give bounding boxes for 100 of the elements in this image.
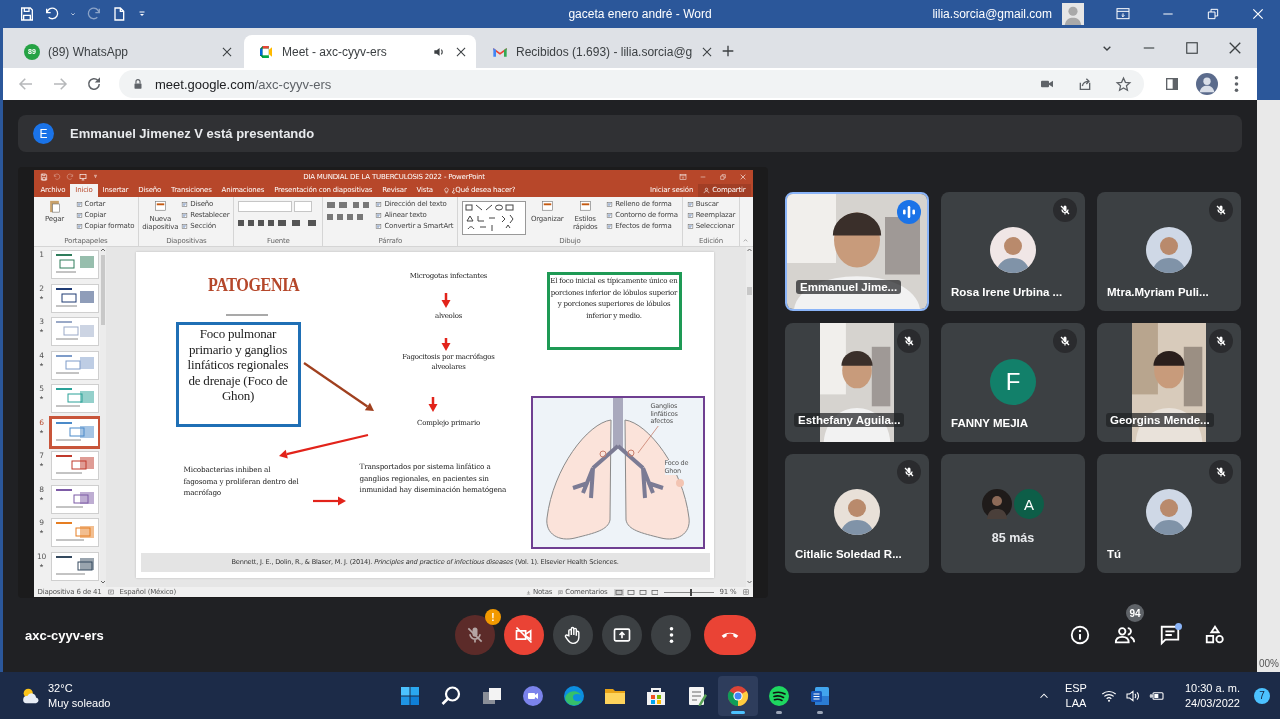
font-name-field[interactable] (238, 201, 293, 212)
comment-icon (558, 589, 564, 595)
share-icon[interactable] (1077, 76, 1093, 92)
participant-tile[interactable]: Emmanuel Jime... (785, 192, 929, 311)
formatting-buttons-drawing[interactable] (238, 218, 319, 228)
video-chat-icon (521, 683, 546, 708)
participant-name: FANNY MEJIA (951, 417, 1029, 429)
view-buttons-drawing[interactable] (613, 588, 658, 596)
new-tab-icon[interactable] (720, 43, 736, 59)
shapes-gallery[interactable] (462, 201, 527, 235)
notification-badge[interactable]: 7 (1254, 687, 1270, 704)
reload-icon[interactable] (85, 75, 103, 93)
command-icon (375, 222, 383, 230)
input-language-button[interactable]: ESP LAA (1064, 680, 1087, 711)
browser-tab[interactable]: Recibidos (1.693) - lilia.sorcia@g (478, 35, 710, 68)
participant-tile[interactable]: A 85 más (941, 454, 1085, 573)
text-box: Foco pulmonar primario y ganglios linfáticos regionales de drenaje (Foco de Ghon) (175, 322, 301, 427)
url-text: meet.google.com/axc-cyyv-ers (155, 76, 332, 92)
tab-title: Recibidos (1.693) - lilia.sorcia@g (516, 44, 693, 59)
address-bar[interactable]: meet.google.com/axc-cyyv-ers (119, 70, 1144, 98)
weather-widget[interactable]: 32°C Muy soleado (20, 680, 111, 711)
arrow (302, 362, 374, 411)
hand-icon (563, 625, 583, 645)
people-icon (1113, 624, 1136, 646)
leave-call-button[interactable] (704, 615, 756, 655)
scrollbar[interactable] (99, 247, 106, 587)
volume-icon[interactable] (1124, 687, 1141, 704)
scrollbar[interactable] (745, 247, 753, 587)
avatar (1146, 489, 1192, 535)
participant-tile[interactable]: Rosa Irene Urbina ... (941, 192, 1085, 311)
clock[interactable]: 10:30 a. m. 24/03/2022 (1184, 680, 1240, 711)
bookmark-star-icon[interactable] (1115, 75, 1132, 93)
save-icon[interactable] (19, 6, 35, 22)
command-icon (75, 211, 83, 219)
command-icon (181, 222, 189, 230)
slide-title: PATOGENIA (207, 274, 299, 296)
avatar-initial: A (1014, 489, 1044, 519)
camera-off-icon (514, 625, 534, 645)
slideshow-icon[interactable] (78, 172, 87, 181)
info-icon (1068, 624, 1091, 646)
restore-icon[interactable] (1205, 6, 1221, 22)
command-icon (606, 211, 614, 219)
lightbulb-icon (442, 186, 450, 194)
music-app-icon (767, 683, 792, 708)
participant-name: Citlalic Soledad R... (795, 548, 902, 560)
present-button[interactable] (602, 615, 642, 655)
participant-name: Tú (1107, 548, 1122, 560)
avatar (834, 489, 880, 535)
camera-button[interactable] (504, 615, 544, 655)
window-title: gaceta enero andré - Word (568, 7, 712, 21)
browser-tab[interactable]: Meet - axc-cyyv-ers (244, 35, 476, 68)
command-icon (375, 211, 383, 219)
menu-icon[interactable] (1234, 75, 1239, 93)
side-panel-icon[interactable] (1164, 76, 1180, 92)
video-call-icon (258, 43, 274, 60)
ribbon-options-icon[interactable] (1115, 6, 1131, 22)
speaking-indicator-icon (897, 200, 921, 224)
command-icon (181, 211, 189, 219)
participant-name: Mtra.Myriam Puli... (1107, 286, 1209, 298)
redo-icon[interactable] (86, 6, 102, 22)
command-icon (606, 222, 614, 230)
arrow (441, 338, 450, 351)
command-icon (181, 200, 189, 208)
font-size-field[interactable] (294, 201, 313, 212)
close-icon[interactable] (1250, 6, 1266, 22)
tab-title: Meet - axc-cyyv-ers (282, 44, 388, 59)
caret-icon[interactable] (69, 10, 77, 18)
new-document-icon[interactable] (111, 6, 127, 22)
account-name: lilia.sorcia@gmail.com (932, 7, 1052, 21)
presenting-label: Emmanuel Jimenez V está presentando (70, 126, 315, 141)
person-icon (703, 186, 711, 194)
notes-icon (526, 589, 531, 595)
ribbon-options-icon[interactable] (678, 172, 687, 181)
profile-avatar[interactable] (1196, 73, 1218, 95)
command-icon (75, 200, 83, 208)
slide-thumbnail[interactable] (50, 417, 99, 447)
browser-icon (726, 683, 751, 708)
more-options-button[interactable] (651, 615, 691, 655)
participant-count: 94 (1126, 604, 1144, 622)
participant-tile[interactable]: Tú (1097, 454, 1241, 573)
command-icon (75, 222, 83, 230)
undo-icon[interactable] (44, 6, 60, 22)
microphone-off-icon (465, 625, 485, 645)
command-icon (686, 200, 694, 208)
raise-hand-button[interactable] (553, 615, 593, 655)
participant-tile[interactable]: Georgins Mende... (1097, 323, 1241, 442)
participant-tile[interactable]: Mtra.Myriam Puli... (1097, 192, 1241, 311)
participant-tile[interactable]: Esthefany Aguila... (785, 323, 929, 442)
maximize-icon[interactable] (1183, 39, 1201, 57)
taskbar-app-button[interactable] (718, 675, 759, 716)
save-icon[interactable] (39, 172, 48, 181)
participant-tile[interactable]: Citlalic Soledad R... (785, 454, 929, 573)
participant-tile[interactable]: F FANNY MEJIA (941, 323, 1085, 442)
shapes-icon (1203, 624, 1226, 646)
participant-name: Emmanuel Jime... (796, 280, 902, 294)
chat-icon (1158, 624, 1181, 646)
microphone-button[interactable] (455, 615, 495, 655)
paragraph-buttons-drawing[interactable] (327, 201, 372, 223)
arrow (312, 496, 346, 506)
command-icon (375, 200, 383, 208)
